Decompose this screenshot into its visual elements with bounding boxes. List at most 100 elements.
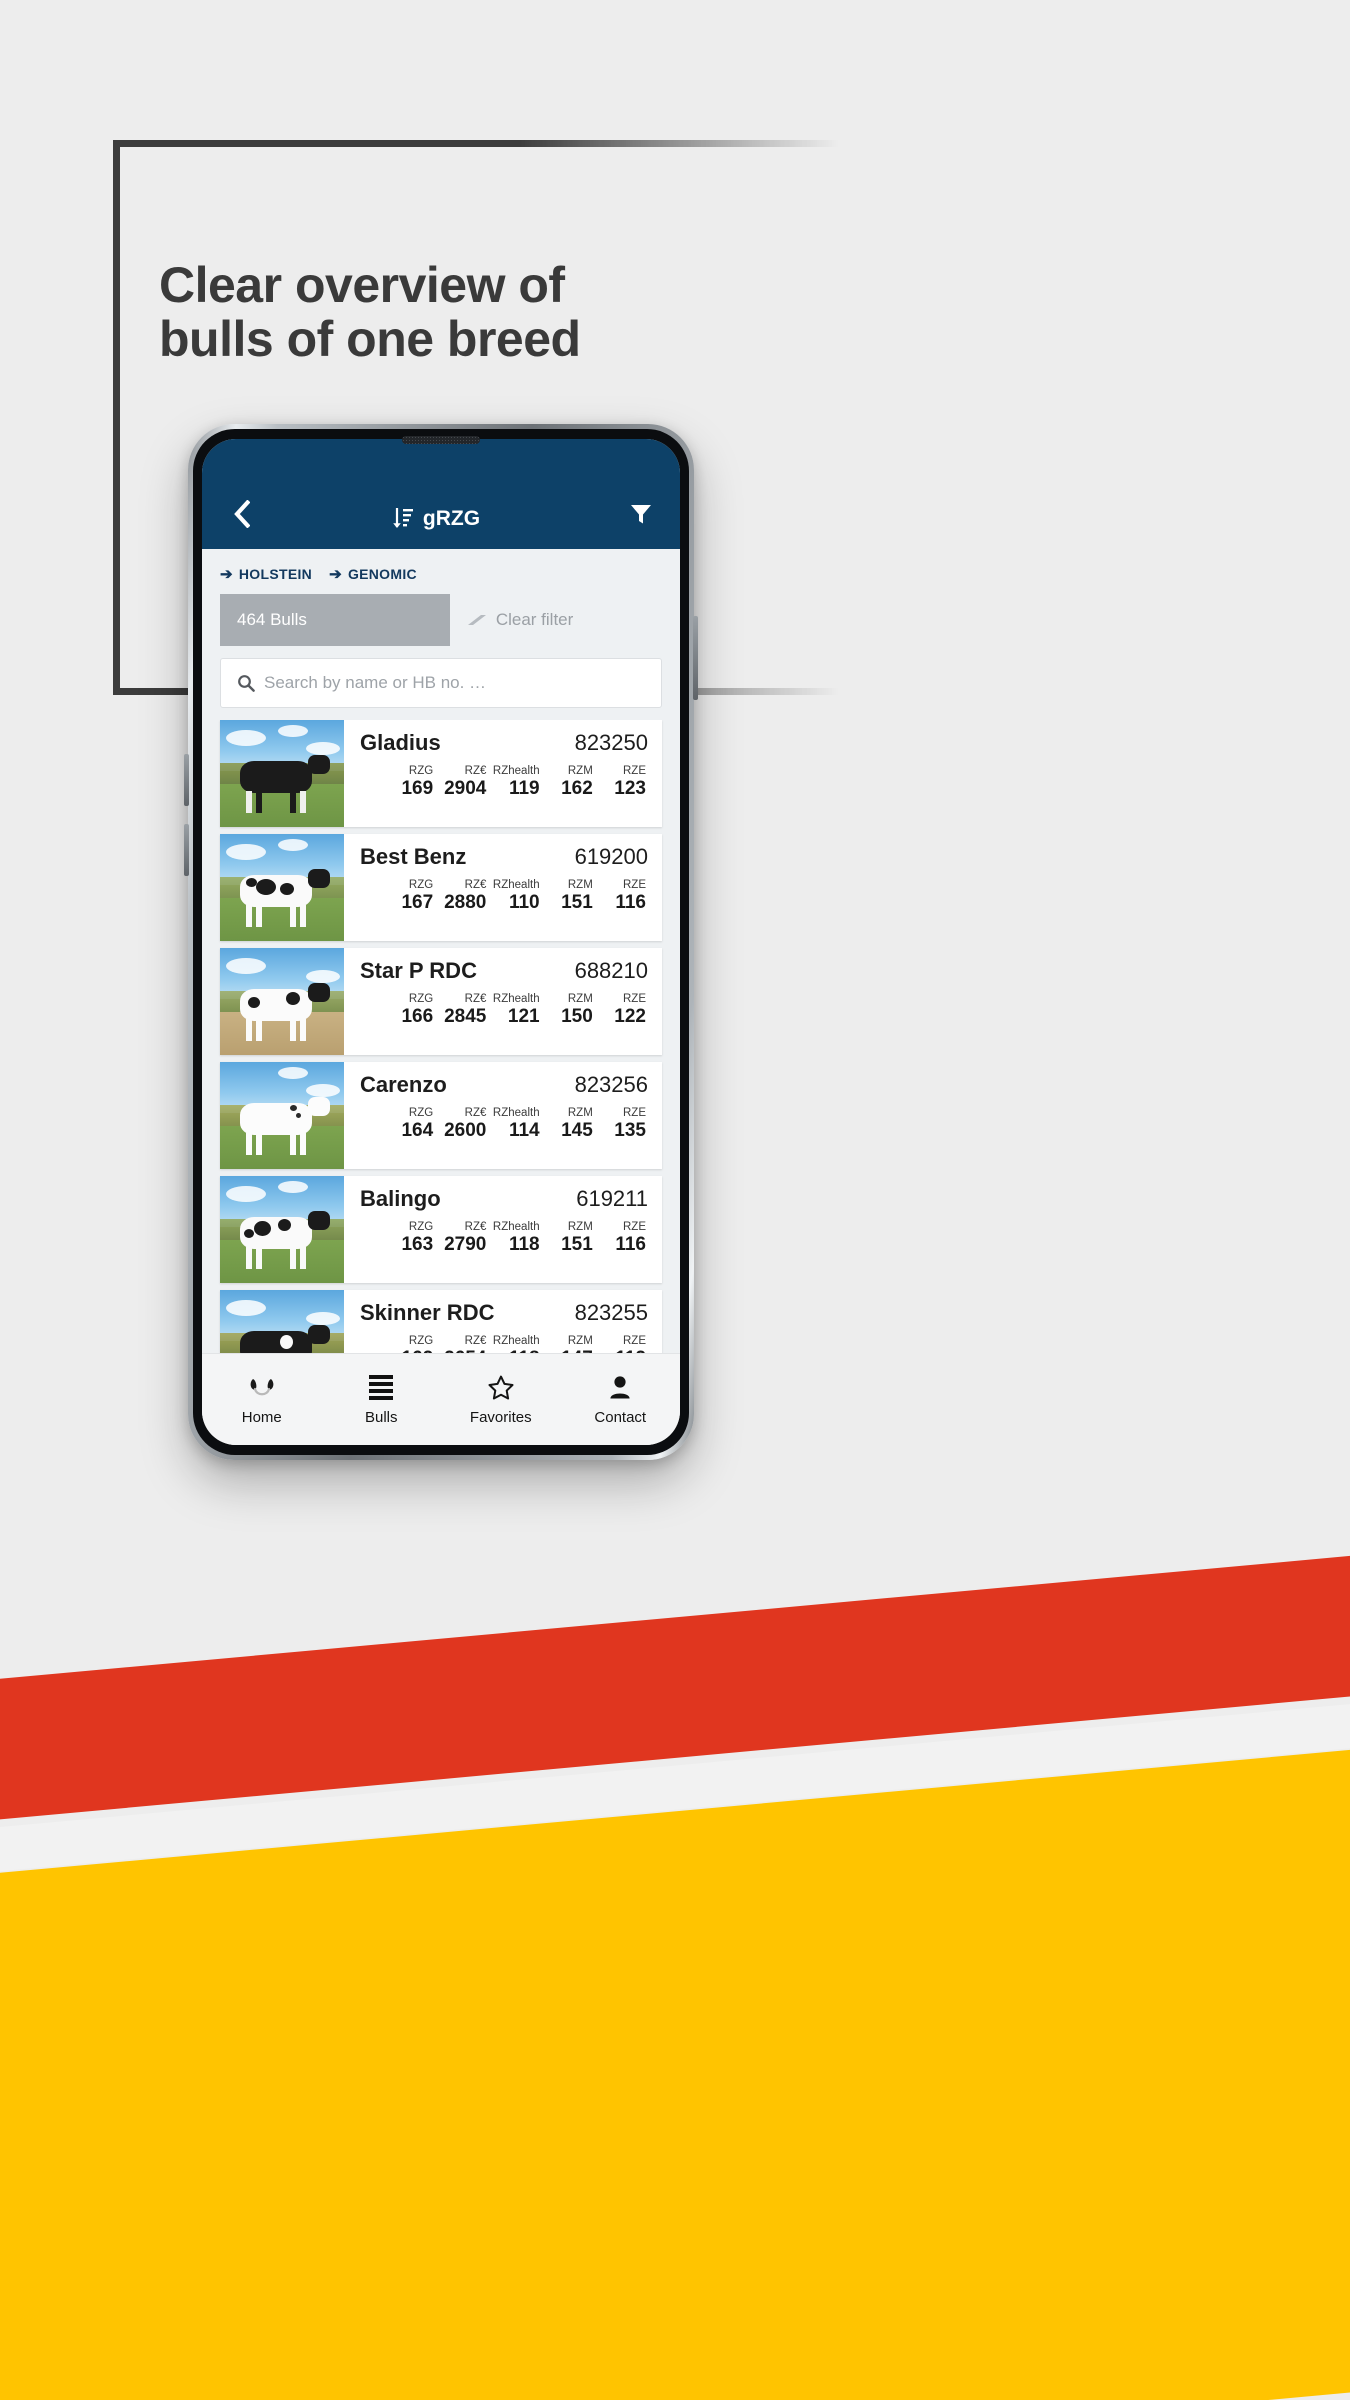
bull-stats: RZG 166 RZ€ 2845 RZhealth 121 RZM 150 RZ… (360, 992, 648, 1029)
breadcrumb: ➔ HOLSTEIN ➔ GENOMIC (202, 549, 680, 594)
bulls-count-label: 464 Bulls (237, 610, 307, 629)
stat-label: RZE (623, 1335, 646, 1347)
bull-photo (220, 720, 344, 827)
stat-rzeuro: RZ€ 2600 (435, 1106, 488, 1143)
search-icon (238, 675, 255, 692)
clear-filter-button[interactable]: Clear filter (449, 594, 662, 646)
breadcrumb-item-genomic[interactable]: ➔ GENOMIC (329, 566, 417, 582)
search-placeholder: Search by name or HB no. … (264, 673, 487, 692)
stat-rze: RZE 112 (595, 1334, 648, 1353)
stat-label: RZE (623, 1107, 646, 1119)
clear-filter-label: Clear filter (495, 610, 574, 629)
table-row[interactable]: Skinner RDC 823255 RZG 162 RZ€ (220, 1290, 662, 1353)
stat-value: 167 (401, 892, 434, 914)
stat-rzm: RZM 150 (542, 992, 595, 1029)
phone-mockup: gRZG ➔ HOLSTEIN ➔ GENOMIC 464 Bulls Clea… (184, 424, 698, 1460)
bull-stats: RZG 167 RZ€ 2880 RZhealth 110 RZM 151 RZ… (360, 878, 648, 915)
bulls-count-chip[interactable]: 464 Bulls (220, 594, 450, 646)
stat-label: RZE (623, 765, 646, 777)
list-icon (369, 1374, 394, 1402)
breadcrumb-item-holstein[interactable]: ➔ HOLSTEIN (220, 566, 312, 582)
bull-stats: RZG 169 RZ€ 2904 RZhealth 119 RZM 162 RZ… (360, 764, 648, 801)
stat-rzg: RZG 164 (382, 1106, 435, 1143)
stat-rzg: RZG 169 (382, 764, 435, 801)
stat-value: 123 (614, 778, 646, 800)
bull-info: Star P RDC 688210 RZG 166 RZ€ 2845 RZhea… (344, 948, 662, 1055)
bull-hb-number: 688210 (574, 958, 648, 983)
phone-screen: gRZG ➔ HOLSTEIN ➔ GENOMIC 464 Bulls Clea… (202, 439, 680, 1445)
nav-label-contact: Contact (594, 1408, 647, 1426)
stat-label: RZE (623, 879, 646, 891)
stat-rze: RZE 116 (595, 878, 648, 915)
stat-label: RZhealth (492, 879, 540, 891)
stat-rzhealth: RZhealth 119 (488, 764, 541, 801)
stat-rzeuro: RZ€ 2790 (435, 1220, 488, 1257)
stat-label: RZG (408, 1335, 434, 1347)
table-row[interactable]: Gladius 823250 RZG 169 RZ€ 2904 RZhealth… (220, 720, 662, 827)
stat-rze: RZE 116 (595, 1220, 648, 1257)
stat-value: 2904 (444, 778, 487, 800)
breadcrumb-label-genomic: GENOMIC (347, 566, 417, 582)
arrow-right-icon: ➔ (220, 565, 233, 583)
stat-rzhealth: RZhealth 121 (488, 992, 541, 1029)
stat-label: RZG (408, 879, 434, 891)
search-input[interactable]: Search by name or HB no. … (220, 658, 662, 708)
bull-info: Balingo 619211 RZG 163 RZ€ 2790 RZhealth… (344, 1176, 662, 1283)
table-row[interactable]: Star P RDC 688210 RZG 166 RZ€ 2845 RZhea… (220, 948, 662, 1055)
stat-label: RZG (408, 1221, 434, 1233)
bull-stats: RZG 163 RZ€ 2790 RZhealth 118 RZM 151 RZ… (360, 1220, 648, 1257)
stat-rzhealth: RZhealth 118 (488, 1220, 541, 1257)
filter-row: 464 Bulls Clear filter (202, 594, 680, 646)
stat-rzhealth: RZhealth 110 (488, 878, 541, 915)
bull-hb-number: 619211 (576, 1186, 648, 1211)
stat-value: 166 (401, 1006, 434, 1028)
bull-info: Carenzo 823256 RZG 164 RZ€ 2600 RZhealth… (344, 1062, 662, 1169)
sort-title[interactable]: gRZG (392, 507, 480, 531)
stat-rzhealth: RZhealth 118 (488, 1334, 541, 1353)
bull-info: Gladius 823250 RZG 169 RZ€ 2904 RZhealth… (344, 720, 662, 827)
funnel-icon (631, 505, 651, 524)
stat-value: 135 (614, 1120, 646, 1142)
stat-label: RZ€ (464, 1335, 487, 1347)
nav-item-favorites[interactable]: Favorites (441, 1374, 561, 1426)
bull-stats: RZG 162 RZ€ 2654 RZhealth 118 (360, 1334, 648, 1353)
stat-label: RZE (623, 1221, 646, 1233)
bull-name: Best Benz (360, 844, 467, 869)
table-row[interactable]: Balingo 619211 RZG 163 RZ€ 2790 RZhealth… (220, 1176, 662, 1283)
app-bar-title-label: gRZG (422, 507, 481, 530)
bull-photo (220, 834, 344, 941)
stat-rzm: RZM 145 (542, 1106, 595, 1143)
stat-rzg: RZG 167 (382, 878, 435, 915)
stat-rzg: RZG 166 (382, 992, 435, 1029)
stat-value: 2790 (444, 1234, 487, 1256)
stat-value: 169 (401, 778, 434, 800)
stat-rze: RZE 123 (595, 764, 648, 801)
volume-up-button[interactable] (184, 754, 189, 806)
stat-rzeuro: RZ€ 2845 (435, 992, 488, 1029)
power-button[interactable] (693, 616, 698, 700)
bull-info: Best Benz 619200 RZG 167 RZ€ 2880 RZheal… (344, 834, 662, 941)
bull-hb-number: 823256 (574, 1072, 648, 1097)
nav-item-bulls[interactable]: Bulls (322, 1374, 442, 1426)
stat-value: 119 (508, 778, 540, 800)
nav-item-contact[interactable]: Contact (561, 1374, 681, 1426)
stat-value: 2600 (444, 1120, 487, 1142)
stat-label: RZM (567, 993, 593, 1005)
stat-value: 2845 (444, 1006, 487, 1028)
stat-label: RZE (623, 993, 646, 1005)
back-button[interactable] (224, 497, 258, 531)
table-row[interactable]: Carenzo 823256 RZG 164 RZ€ 2600 RZhealth… (220, 1062, 662, 1169)
filter-button[interactable] (624, 497, 658, 531)
bull-photo (220, 948, 344, 1055)
stat-rzm: RZM 147 (542, 1334, 595, 1353)
stat-rzeuro: RZ€ 2880 (435, 878, 488, 915)
stat-label: RZM (567, 1107, 593, 1119)
volume-down-button[interactable] (184, 824, 189, 876)
stat-label: RZhealth (492, 765, 540, 777)
stat-label: RZM (567, 765, 593, 777)
nav-item-home[interactable]: Home (202, 1374, 322, 1426)
arrow-right-icon: ➔ (329, 565, 342, 583)
bull-hb-number: 823250 (574, 730, 648, 755)
bull-list[interactable]: Gladius 823250 RZG 169 RZ€ 2904 RZhealth… (202, 720, 680, 1353)
table-row[interactable]: Best Benz 619200 RZG 167 RZ€ 2880 RZheal… (220, 834, 662, 941)
